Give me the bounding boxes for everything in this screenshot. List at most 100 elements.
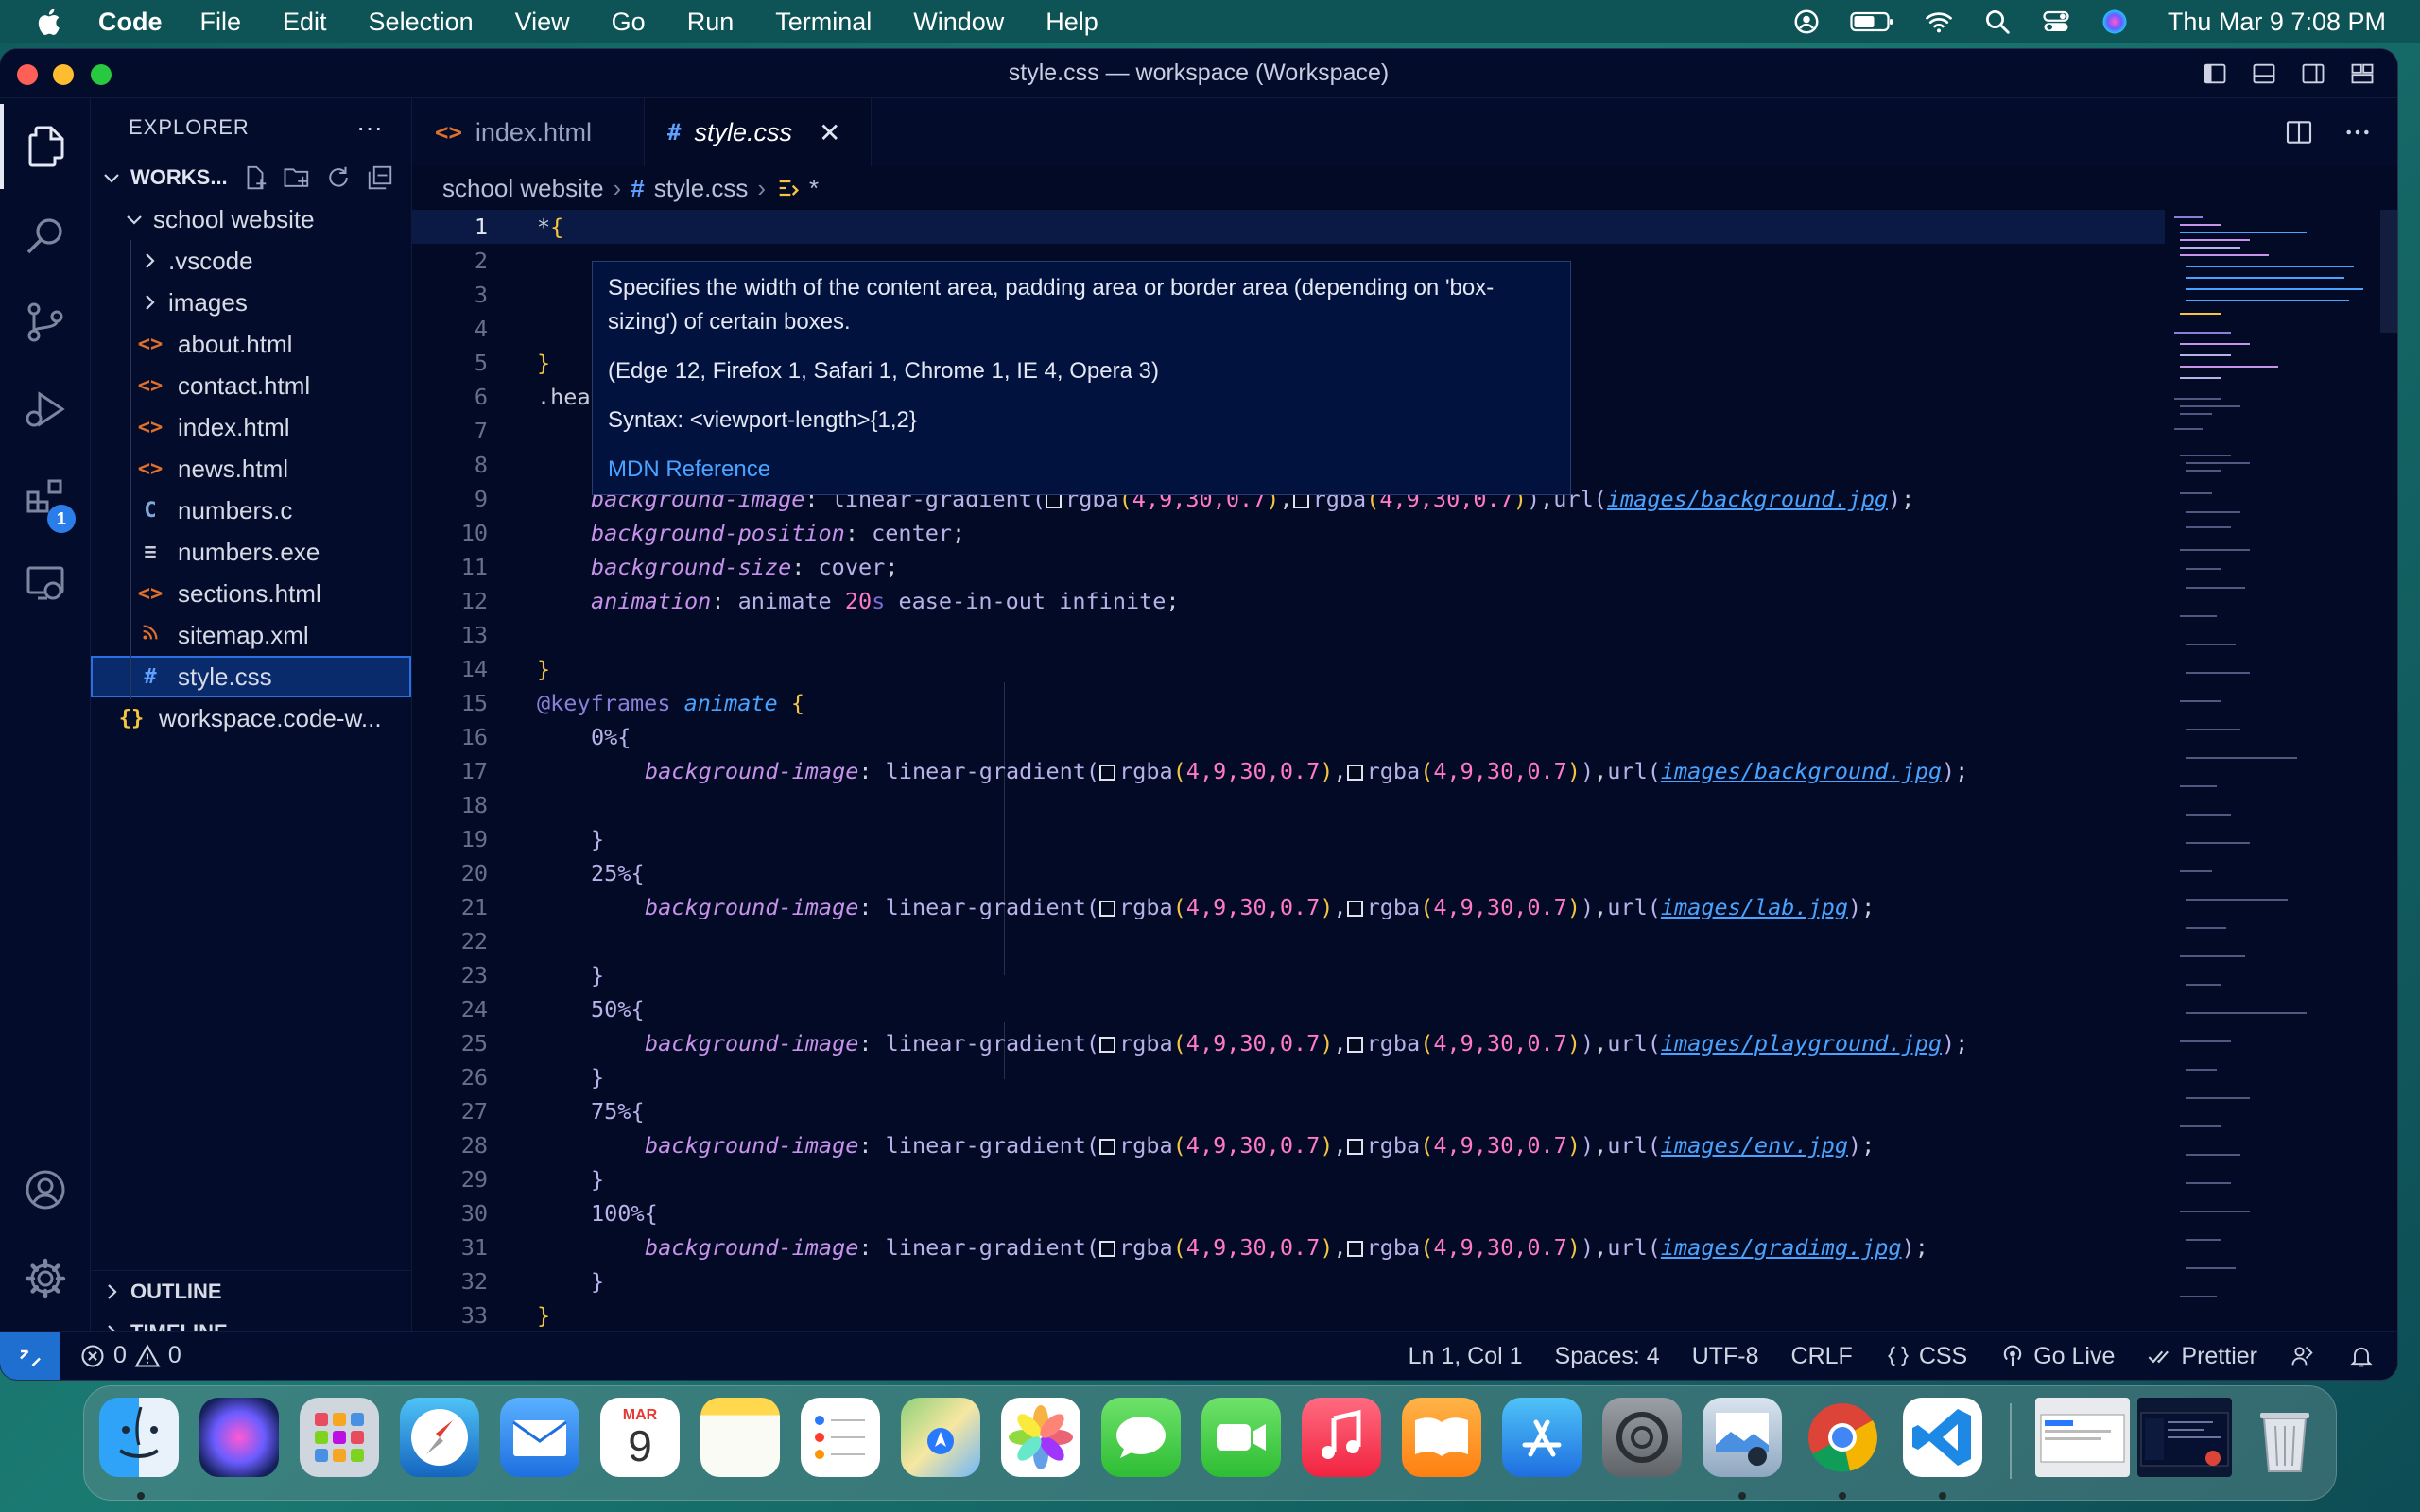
go-live-button[interactable]: Go Live: [1999, 1343, 2115, 1370]
menu-clock[interactable]: Thu Mar 9 7:08 PM: [2168, 8, 2386, 37]
menu-edit[interactable]: Edit: [283, 8, 327, 37]
menu-selection[interactable]: Selection: [369, 8, 474, 37]
spotlight-search-icon[interactable]: [1982, 8, 2013, 36]
cursor-position[interactable]: Ln 1, Col 1: [1409, 1343, 1523, 1370]
editor-scrollbar[interactable]: [2380, 210, 2397, 333]
accounts-activity[interactable]: [0, 1147, 91, 1232]
notes-icon[interactable]: [700, 1398, 780, 1477]
window-thumbnail[interactable]: [2137, 1398, 2232, 1477]
minimize-window-button[interactable]: [53, 64, 74, 85]
prettier-status[interactable]: Prettier: [2147, 1343, 2257, 1370]
indentation[interactable]: Spaces: 4: [1555, 1343, 1660, 1370]
file-workspace-config[interactable]: {} workspace.code-w...: [91, 697, 411, 739]
reminders-icon[interactable]: [801, 1398, 880, 1477]
breadcrumb-file[interactable]: style.css: [654, 174, 749, 203]
customize-layout-icon[interactable]: [2348, 60, 2377, 87]
system-settings-icon[interactable]: [1602, 1398, 1682, 1477]
chrome-icon[interactable]: [1803, 1398, 1882, 1477]
folder-images[interactable]: images: [91, 282, 411, 323]
photos-icon[interactable]: [1001, 1398, 1080, 1477]
preview-icon[interactable]: [1703, 1398, 1782, 1477]
folder-school-website[interactable]: school website: [91, 198, 411, 240]
remote-indicator[interactable]: [0, 1331, 60, 1380]
books-icon[interactable]: [1402, 1398, 1481, 1477]
encoding[interactable]: UTF-8: [1692, 1343, 1759, 1370]
file-contact-html[interactable]: <> contact.html: [91, 365, 411, 406]
wifi-icon[interactable]: [1924, 8, 1954, 36]
toggle-panel-icon[interactable]: [2250, 60, 2278, 87]
user-switch-icon[interactable]: [1791, 8, 1822, 36]
language-mode[interactable]: CSS: [1885, 1343, 1967, 1370]
url-link[interactable]: images/gradimg.jpg: [1661, 1234, 1902, 1261]
manage-activity[interactable]: [0, 1236, 91, 1321]
menu-view[interactable]: View: [515, 8, 570, 37]
music-icon[interactable]: [1302, 1398, 1381, 1477]
bell-icon[interactable]: [2348, 1343, 2375, 1369]
remote-explorer-activity[interactable]: [0, 541, 91, 626]
menu-window[interactable]: Window: [913, 8, 1004, 37]
more-actions-icon[interactable]: [2342, 117, 2373, 147]
color-swatch[interactable]: [1346, 1037, 1363, 1053]
menu-run[interactable]: Run: [687, 8, 735, 37]
refresh-icon[interactable]: [324, 163, 353, 192]
trash-icon[interactable]: [2245, 1398, 2325, 1477]
close-tab-button[interactable]: ✕: [819, 117, 840, 148]
facetime-icon[interactable]: [1201, 1398, 1281, 1477]
url-link[interactable]: images/playground.jpg: [1661, 1030, 1942, 1057]
color-swatch[interactable]: [1099, 765, 1116, 781]
feedback-icon[interactable]: [2290, 1343, 2316, 1369]
tab-index-html[interactable]: <> index.html: [412, 98, 645, 166]
messages-icon[interactable]: [1101, 1398, 1181, 1477]
file-sections-html[interactable]: <> sections.html: [91, 573, 411, 614]
color-swatch[interactable]: [1099, 901, 1116, 917]
url-link[interactable]: images/env.jpg: [1661, 1132, 1848, 1159]
split-editor-icon[interactable]: [2284, 117, 2314, 147]
breadcrumb-folder[interactable]: school website: [442, 174, 604, 203]
url-link[interactable]: images/lab.jpg: [1661, 894, 1848, 920]
line-endings[interactable]: CRLF: [1791, 1343, 1853, 1370]
menu-file[interactable]: File: [200, 8, 242, 37]
menu-terminal[interactable]: Terminal: [775, 8, 872, 37]
safari-icon[interactable]: [400, 1398, 479, 1477]
finder-icon[interactable]: [99, 1398, 179, 1477]
zoom-window-button[interactable]: [91, 64, 112, 85]
apple-icon[interactable]: [34, 6, 66, 38]
minimap[interactable]: [2165, 210, 2397, 1331]
control-center-icon[interactable]: [2041, 8, 2071, 36]
color-swatch[interactable]: [1346, 765, 1363, 781]
menu-help[interactable]: Help: [1046, 8, 1098, 37]
color-swatch[interactable]: [1346, 1139, 1363, 1155]
url-link[interactable]: images/background.jpg: [1607, 486, 1888, 512]
color-swatch[interactable]: [1099, 1241, 1116, 1257]
color-swatch[interactable]: [1099, 1139, 1116, 1155]
workspace-section[interactable]: WORKS...: [91, 157, 411, 198]
explorer-activity[interactable]: [0, 104, 91, 189]
file-about-html[interactable]: <> about.html: [91, 323, 411, 365]
app-menu[interactable]: Code: [98, 8, 163, 37]
folder-vscode[interactable]: .vscode: [91, 240, 411, 282]
file-news-html[interactable]: <> news.html: [91, 448, 411, 490]
mdn-reference-link[interactable]: MDN Reference: [608, 453, 1555, 487]
problems-indicator[interactable]: 0 0: [79, 1342, 182, 1369]
siri-icon[interactable]: [2100, 8, 2130, 36]
battery-icon[interactable]: [1850, 8, 1895, 36]
vscode-icon[interactable]: [1903, 1398, 1982, 1477]
source-control-activity[interactable]: [0, 280, 91, 365]
app-store-icon[interactable]: [1502, 1398, 1582, 1477]
mail-icon[interactable]: [500, 1398, 579, 1477]
search-activity[interactable]: [0, 193, 91, 278]
file-sitemap-xml[interactable]: sitemap.xml: [91, 614, 411, 656]
url-link[interactable]: images/background.jpg: [1661, 758, 1942, 784]
file-numbers-exe[interactable]: ≡ numbers.exe: [91, 531, 411, 573]
breadcrumb-symbol[interactable]: *: [809, 174, 819, 203]
collapse-all-icon[interactable]: [366, 163, 394, 192]
color-swatch[interactable]: [1346, 1241, 1363, 1257]
close-window-button[interactable]: [17, 64, 38, 85]
siri-app-icon[interactable]: [199, 1398, 279, 1477]
explorer-more-button[interactable]: ···: [356, 112, 383, 143]
window-thumbnail[interactable]: [2035, 1398, 2130, 1477]
file-index-html[interactable]: <> index.html: [91, 406, 411, 448]
file-numbers-c[interactable]: C numbers.c: [91, 490, 411, 531]
tab-style-css[interactable]: # style.css ✕: [645, 98, 872, 166]
extensions-activity[interactable]: 1: [0, 454, 91, 539]
